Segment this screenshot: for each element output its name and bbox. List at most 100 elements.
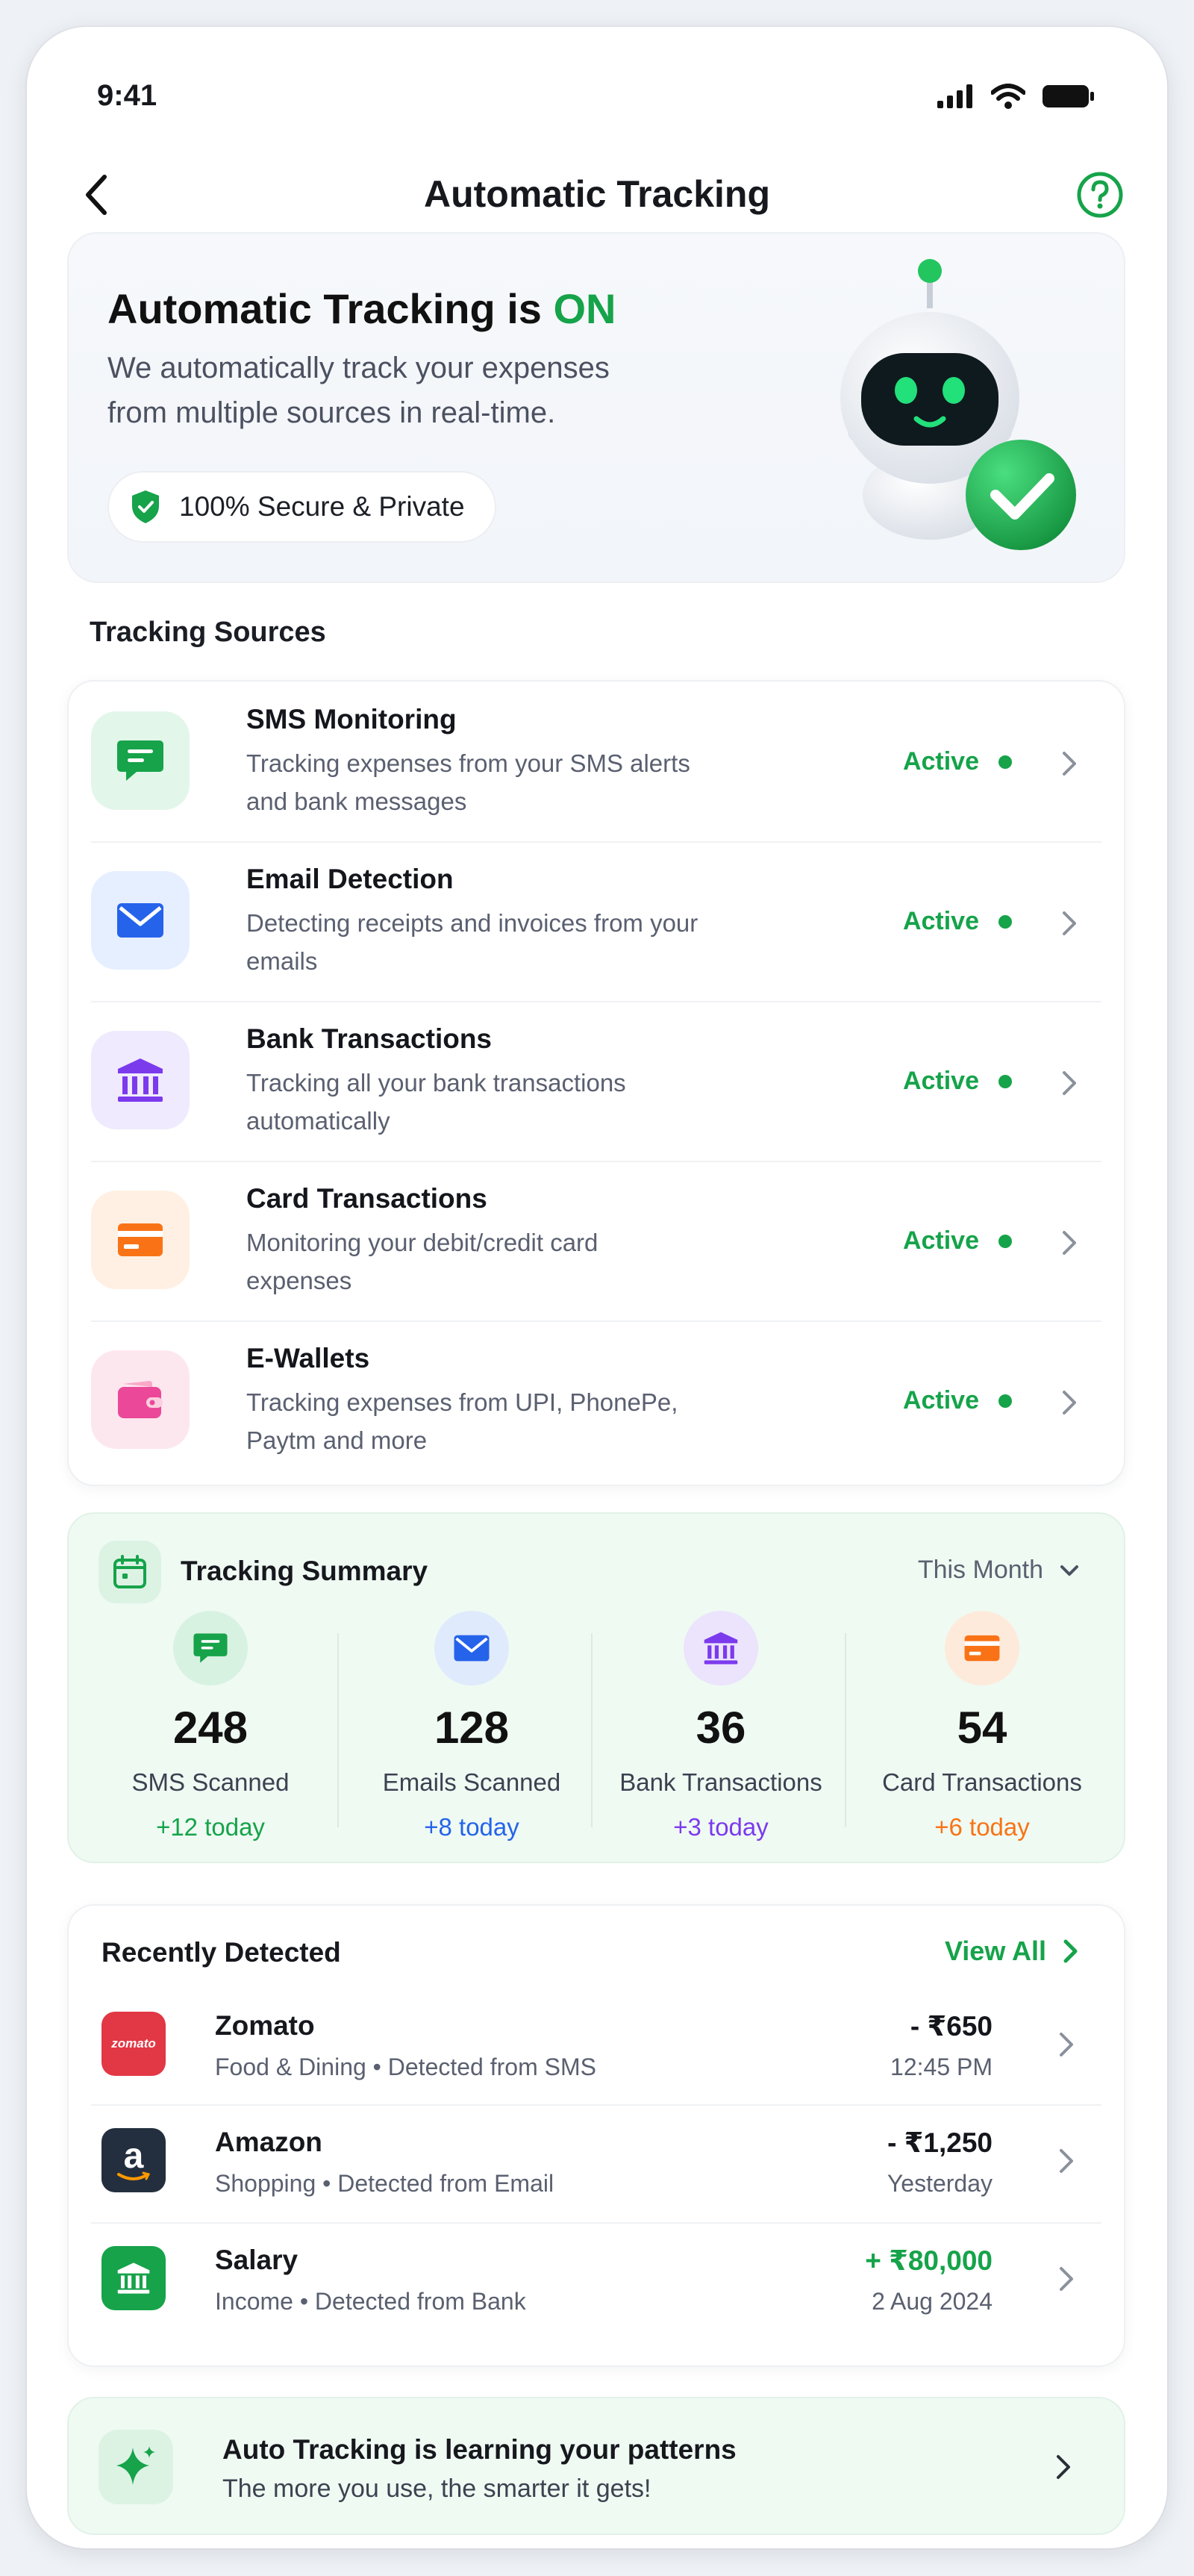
tracking-summary-card: Tracking Summary This Month 248 SMS Scan… [67,1512,1125,1863]
summary-title: Tracking Summary [181,1556,428,1586]
card-source-icon-tile [91,1191,190,1289]
chevron-right-icon [1063,911,1076,935]
source-row-ewallet[interactable]: E-Wallets Tracking expenses from UPI, Ph… [69,1320,1124,1480]
source-row-bank[interactable]: Bank Transactions Tracking all your bank… [69,1001,1124,1161]
phone-screen: 9:41 Automatic Tracking Automatic Tracki… [27,27,1167,2548]
sms-source-icon-tile [91,711,190,810]
transaction-time: 12:45 PM [890,2053,993,2080]
transaction-amount: - ₹650 [910,2011,993,2042]
sparkle-icon-tile [99,2430,173,2504]
view-all-label: View All [944,1936,1046,1966]
transaction-time: Yesterday [887,2170,993,2197]
stat-value: 128 [434,1703,510,1753]
amazon-logo-text: a [123,2136,144,2176]
calendar-icon [113,1555,146,1588]
stat-today: +8 today [424,1813,519,1841]
source-status: Active [903,907,1012,936]
source-status: Active [903,1226,1012,1256]
chevron-right-icon [1063,1071,1076,1095]
bank-source-icon-tile [91,1031,190,1129]
source-description: Detecting receipts and invoices from you… [246,909,698,975]
status-label: Active [902,1226,979,1255]
transaction-meta: Food & Dining • Detected from SMS [215,2053,596,2080]
stat-value: 54 [957,1703,1007,1753]
source-title: E-Wallets [246,1343,370,1373]
signal-icon [937,84,972,108]
stat-email: 128 Emails Scanned +8 today [345,1611,598,1850]
nav-bar: Automatic Tracking [27,158,1167,232]
shield-check-icon [132,490,159,523]
chevron-right-icon [1063,1391,1076,1415]
amazon-logo-mark: a [101,2128,166,2192]
stat-label: Emails Scanned [382,1768,561,1796]
salary-bank-logo [101,2246,166,2310]
chevron-right-icon [1063,752,1076,776]
transaction-time: 2 Aug 2024 [872,2288,993,2315]
page-title: Automatic Tracking [424,173,770,215]
source-title: Bank Transactions [246,1023,493,1054]
secure-badge: 100% Secure & Private [107,471,496,543]
amazon-logo: a [101,2128,166,2192]
stat-divider [591,1633,593,1827]
secure-label: 100% Secure & Private [179,491,465,522]
transaction-name: Salary [215,2245,298,2275]
stat-today: +3 today [673,1813,769,1841]
stat-divider [845,1633,846,1827]
chevron-right-icon [1060,2149,1073,2173]
source-status: Active [903,1386,1012,1415]
stat-value: 36 [696,1703,746,1753]
stat-today: +12 today [156,1813,265,1841]
source-row-email[interactable]: Email Detection Detecting receipts and i… [69,841,1124,1001]
source-status: Active [903,1067,1012,1096]
source-row-card[interactable]: Card Transactions Monitoring your debit/… [69,1161,1124,1320]
transaction-name: Amazon [215,2127,322,2157]
bank-icon [704,1632,738,1665]
learning-subtitle: The more you use, the smarter it gets! [222,2474,651,2503]
bank-icon [117,2262,150,2294]
message-icon [117,740,163,781]
source-title: Email Detection [246,864,454,894]
email-stat-icon-tile [434,1611,509,1685]
source-row-sms[interactable]: SMS Monitoring Tracking expenses from yo… [69,682,1124,841]
transaction-name: Zomato [215,2010,315,2041]
period-dropdown[interactable]: This Month [918,1556,1079,1585]
stat-bank: 36 Bank Transactions +3 today [594,1611,848,1850]
status-label: Active [902,1386,979,1415]
transaction-row-amazon[interactable]: a Amazon Shopping • Detected from Email … [69,2104,1124,2221]
tracking-state-on: ON [553,285,616,332]
source-title: SMS Monitoring [246,704,457,735]
status-dot [998,1074,1012,1088]
transaction-meta: Shopping • Detected from Email [215,2170,554,2197]
card-icon [964,1635,1000,1662]
sms-stat-icon-tile [173,1611,248,1685]
chevron-down-icon [1060,1565,1078,1576]
stat-label: SMS Scanned [131,1768,290,1796]
card-stat-icon-tile [945,1611,1019,1685]
stat-today: +6 today [934,1813,1030,1841]
recently-detected-card: Recently Detected View All zomato Zomato… [67,1904,1125,2367]
tracking-status-description: We automatically track your expenses fro… [107,352,610,429]
source-description: Tracking expenses from UPI, PhonePe, Pay… [246,1388,678,1454]
chevron-right-icon [1063,1231,1076,1255]
view-all-link[interactable]: View All [945,1936,1079,1967]
source-status: Active [903,747,1012,776]
transaction-amount: - ₹1,250 [887,2127,993,2158]
stat-card: 54 Card Transactions +6 today [855,1611,1109,1850]
tracking-status-card: Automatic Tracking is ON We automaticall… [67,232,1125,583]
transaction-row-zomato[interactable]: zomato Zomato Food & Dining • Detected f… [69,1988,1124,2104]
status-icons [937,84,1095,109]
transaction-row-salary[interactable]: Salary Income • Detected from Bank + ₹80… [69,2222,1124,2339]
wallet-source-icon-tile [91,1350,190,1449]
help-button[interactable] [1073,168,1127,222]
tracking-status-prefix: Automatic Tracking is [107,285,554,332]
status-label: Active [902,1067,979,1095]
chevron-right-icon [1060,2033,1073,2056]
status-dot [998,914,1012,929]
learning-banner[interactable]: Auto Tracking is learning your patterns … [67,2397,1125,2535]
tracking-sources-list: SMS Monitoring Tracking expenses from yo… [67,680,1125,1486]
period-value: This Month [917,1556,1043,1584]
learning-title: Auto Tracking is learning your patterns [222,2434,737,2465]
transaction-amount: + ₹80,000 [865,2245,993,2276]
stat-label: Bank Transactions [619,1768,822,1796]
bank-icon [118,1058,163,1102]
